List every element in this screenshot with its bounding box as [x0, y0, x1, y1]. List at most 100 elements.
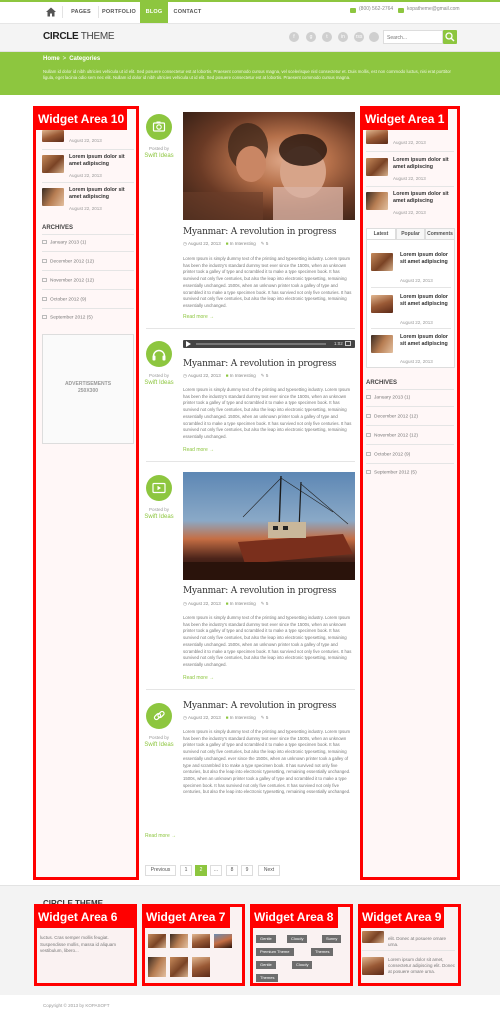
pagination-previous[interactable]: Previous — [145, 865, 176, 876]
post-title[interactable]: Myanmar: A revolution in progress — [183, 227, 337, 237]
post-featured-image[interactable] — [183, 112, 355, 220]
post-thumbnail[interactable] — [42, 155, 64, 173]
archive-link[interactable]: December 2012 (12) — [42, 259, 94, 264]
rss-icon[interactable]: rss — [354, 32, 364, 42]
nav-item-contact[interactable]: CONTACT — [170, 2, 205, 23]
post-thumbnail[interactable] — [366, 158, 388, 176]
archive-link[interactable]: October 2012 (9) — [366, 452, 410, 457]
read-more-link[interactable]: Read more → — [145, 833, 176, 839]
gallery-thumbnail[interactable] — [148, 934, 166, 948]
breadcrumb-separator: > — [62, 56, 67, 62]
tag-link[interactable]: Premium Theme — [256, 948, 294, 956]
gallery-thumbnail[interactable] — [170, 957, 188, 977]
calendar-icon — [366, 452, 371, 456]
link-icon — [146, 703, 172, 729]
tag-link[interactable]: Cloudy — [292, 961, 313, 969]
post-featured-image[interactable] — [183, 472, 355, 580]
site-logo[interactable]: CIRCLE THEME — [43, 31, 115, 42]
widget-area-9-label: Widget Area 9 — [360, 906, 444, 928]
archive-link[interactable]: January 2013 (1) — [366, 395, 410, 400]
archive-link[interactable]: October 2012 (9) — [42, 297, 86, 302]
widget-area-6-label: Widget Area 6 — [36, 906, 135, 928]
breadcrumb: Home > Categories — [43, 56, 100, 62]
twitter-icon[interactable]: t — [322, 32, 332, 42]
post-thumbnail[interactable] — [371, 295, 393, 313]
tab-comments[interactable]: Comments — [425, 228, 455, 240]
share-icon[interactable] — [369, 32, 379, 42]
post-date: August 22, 2013 — [69, 173, 102, 178]
post-thumbnail[interactable] — [42, 130, 64, 142]
post-title[interactable]: Myanmar: A revolution in progress — [183, 359, 337, 369]
category-icon: ■ — [225, 241, 229, 246]
post-thumbnail[interactable] — [371, 253, 393, 271]
recent-comment-text[interactable]: Lorem ipsum dolor sit amet, consectetur … — [388, 957, 456, 975]
widget-area-10-label: Widget Area 10 — [35, 108, 127, 130]
read-more-link[interactable]: Read more → — [183, 675, 214, 681]
tag-link[interactable]: Themes — [256, 974, 279, 982]
post-thumbnail[interactable] — [371, 335, 393, 353]
facebook-icon[interactable]: f — [289, 32, 299, 42]
audio-progress-track[interactable] — [196, 343, 326, 345]
post-thumbnail[interactable] — [42, 188, 64, 206]
recent-comment-text[interactable]: elit. Donec at posuere ornare urna. — [388, 936, 456, 948]
video-icon — [146, 475, 172, 501]
pagination-page-2[interactable]: 2 — [195, 865, 207, 876]
gallery-thumbnail[interactable] — [192, 957, 210, 977]
calendar-icon — [42, 297, 47, 301]
search-button[interactable] — [443, 30, 457, 44]
post-title[interactable]: Lorem ipsum dolor sit amet adipiscing — [400, 334, 452, 347]
volume-icon[interactable] — [345, 341, 351, 346]
gallery-thumbnail[interactable] — [214, 934, 232, 948]
clock-icon: ◷ — [183, 601, 187, 606]
pagination-page-9[interactable]: 9 — [241, 865, 253, 876]
tag-link[interactable]: Gentle — [256, 935, 276, 943]
tag-link[interactable]: Gentle — [256, 961, 276, 969]
read-more-link[interactable]: Read more → — [183, 447, 214, 453]
archive-link[interactable]: December 2012 (12) — [366, 414, 418, 419]
comment-avatar[interactable] — [362, 931, 384, 943]
breadcrumb-home[interactable]: Home — [43, 56, 60, 62]
post-author[interactable]: Swift Ideas — [139, 380, 179, 386]
tab-popular[interactable]: Popular — [396, 228, 425, 240]
google-plus-icon[interactable]: g — [306, 32, 316, 42]
archive-link[interactable]: September 2012 (5) — [366, 470, 417, 475]
archive-link[interactable]: September 2012 (5) — [42, 315, 93, 320]
post-thumbnail[interactable] — [366, 192, 388, 210]
pagination-page-1[interactable]: 1 — [180, 865, 192, 876]
tag-link[interactable]: Sunny — [322, 935, 342, 943]
clock-icon: ◷ — [183, 241, 187, 246]
home-icon[interactable] — [44, 5, 58, 19]
nav-item-blog[interactable]: BLOG — [140, 2, 168, 23]
gallery-thumbnail[interactable] — [148, 957, 166, 977]
nav-item-portfolio[interactable]: PORTFOLIO — [101, 2, 137, 23]
linkedin-icon[interactable]: in — [338, 32, 348, 42]
comment-avatar[interactable] — [362, 957, 384, 975]
gallery-thumbnail[interactable] — [170, 934, 188, 948]
tag-link[interactable]: Themes — [311, 948, 334, 956]
email-address[interactable]: kopatheme@gmail.com — [407, 6, 460, 12]
gallery-thumbnail[interactable] — [192, 934, 210, 948]
post-title[interactable]: Myanmar: A revolution in progress — [183, 586, 337, 596]
tag-link[interactable]: Cloudy — [287, 935, 308, 943]
nav-item-pages[interactable]: PAGES — [66, 2, 96, 23]
pagination-page-8[interactable]: 8 — [226, 865, 238, 876]
widget-area-1 — [360, 106, 460, 880]
post-title[interactable]: Myanmar: A revolution in progress — [183, 701, 337, 711]
post-author[interactable]: Swift Ideas — [139, 153, 179, 159]
post-title[interactable]: Lorem ipsum dolor sit amet adipiscing — [400, 252, 452, 265]
post-title[interactable]: Lorem ipsum dolor sit amet adipiscing — [400, 294, 452, 307]
post-author[interactable]: Swift Ideas — [139, 514, 179, 520]
archive-link[interactable]: January 2013 (1) — [42, 240, 86, 245]
read-more-link[interactable]: Read more → — [183, 314, 214, 320]
post-title[interactable]: Lorem ipsum dolor sit amet adipiscing — [69, 187, 133, 200]
post-title[interactable]: Lorem ipsum dolor sit amet adipiscing — [393, 191, 455, 204]
search-input[interactable]: Search... — [383, 30, 443, 44]
archive-link[interactable]: November 2012 (12) — [366, 433, 418, 438]
post-title[interactable]: Lorem ipsum dolor sit amet adipiscing — [69, 154, 133, 167]
archive-link[interactable]: November 2012 (12) — [42, 278, 94, 283]
post-author[interactable]: Swift Ideas — [139, 742, 179, 748]
post-title[interactable]: Lorem ipsum dolor sit amet adipiscing — [393, 157, 455, 170]
post-thumbnail[interactable] — [366, 130, 388, 144]
tab-latest[interactable]: Latest — [366, 228, 396, 240]
pagination-next[interactable]: Next — [258, 865, 280, 876]
